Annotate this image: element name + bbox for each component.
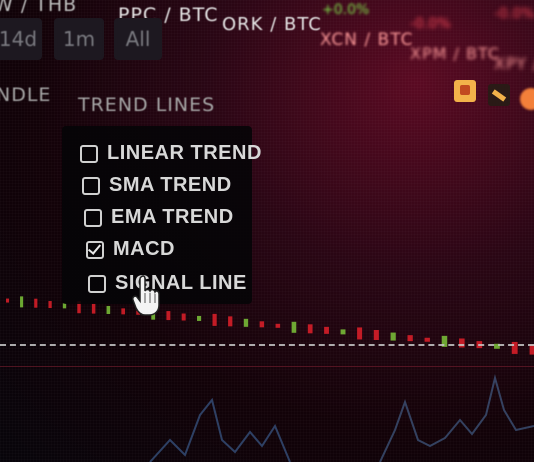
option-sma-trend[interactable]: SMA TREND [82,174,232,197]
candle [212,313,217,326]
candle [228,316,233,327]
baseline-dashed-line [0,344,534,346]
candle [291,321,297,333]
checkbox-checked-icon[interactable] [86,240,104,259]
option-signal-line[interactable]: SIGNAL LINE [88,272,247,295]
candle [106,305,111,314]
candle [121,308,126,315]
checkbox-icon[interactable] [80,144,98,163]
candle [324,326,329,334]
checkbox-icon[interactable] [88,274,106,293]
candle [259,321,265,328]
macd-line [149,397,291,462]
candle [243,318,249,327]
option-ema-trend-label: EMA TREND [111,206,234,228]
candle [307,324,313,334]
candle [91,303,96,314]
option-linear-trend-label: LINEAR TREND [107,142,262,164]
candle [48,301,52,309]
candle [340,329,346,335]
candle [6,298,10,303]
candle [459,338,465,348]
candle [373,329,379,340]
option-ema-trend[interactable]: EMA TREND [84,206,234,229]
signal-line-plot [379,374,534,462]
candle [529,344,534,355]
candle [357,327,363,340]
candle [197,315,202,321]
checkbox-icon[interactable] [84,208,102,227]
option-macd[interactable]: MACD [86,238,175,261]
candle [166,311,171,321]
candle [275,323,281,328]
candle [20,296,24,308]
candle [424,337,430,342]
option-sma-trend-label: SMA TREND [109,174,232,196]
candle [390,332,396,341]
hand-pointer-icon [132,275,160,316]
option-macd-label: MACD [113,238,175,260]
candle [181,313,186,321]
candle [62,303,67,309]
option-linear-trend[interactable]: LINEAR TREND [80,142,262,165]
checkbox-icon[interactable] [82,176,100,195]
candle [407,335,413,342]
candle [34,298,38,308]
